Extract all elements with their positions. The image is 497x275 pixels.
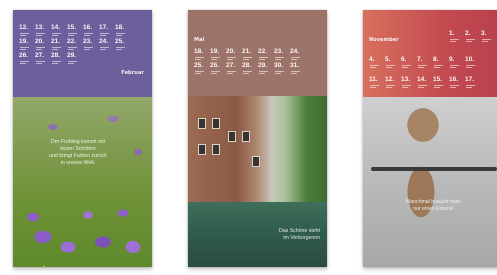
- date-cell: 20.: [35, 38, 51, 52]
- date-cell: 7.: [417, 56, 433, 70]
- date-cell: 11.: [369, 76, 385, 90]
- week-row: 1. 2. 3.: [449, 30, 497, 44]
- date-cell: 29.: [258, 62, 274, 76]
- date-cell: 6.: [401, 56, 417, 70]
- calendar-card-may[interactable]: Mai 18. 19. 20. 21. 22. 23. 24. 25. 26. …: [188, 10, 327, 267]
- date-cell: 29.: [67, 52, 83, 66]
- date-cell: 12.: [19, 24, 35, 38]
- window: [212, 118, 220, 129]
- date-cell: 14.: [417, 76, 433, 90]
- photo-quote: Das Schöne steht im Verborgenen: [279, 228, 320, 241]
- window: [212, 144, 220, 155]
- date-cell: 1.: [449, 30, 465, 44]
- date-cell: 21.: [51, 38, 67, 52]
- date-cell: 14.: [51, 24, 67, 38]
- window: [198, 118, 206, 129]
- date-cell: 18.: [115, 24, 131, 38]
- date-cell: 25.: [115, 38, 131, 52]
- calendar-header: 12. 13. 14. 15. 16. 17. 18. 19. 20. 21. …: [13, 10, 152, 97]
- date-cell: 13.: [401, 76, 417, 90]
- date-cell: 19.: [19, 38, 35, 52]
- month-label: Februar: [121, 70, 144, 76]
- date-cell: 27.: [226, 62, 242, 76]
- date-grid: 18. 19. 20. 21. 22. 23. 24. 25. 26. 27. …: [194, 48, 306, 76]
- date-cell: 26.: [210, 62, 226, 76]
- calendar-card-february[interactable]: 12. 13. 14. 15. 16. 17. 18. 19. 20. 21. …: [13, 10, 152, 267]
- date-cell: 18.: [194, 48, 210, 62]
- date-cell: 19.: [210, 48, 226, 62]
- photo-quote: Manchmal braucht man nur einen Freund: [405, 199, 461, 212]
- date-cell: 23.: [274, 48, 290, 62]
- date-cell: 26.: [19, 52, 35, 66]
- week-row: 4. 5. 6. 7. 8. 9. 10.: [369, 56, 481, 70]
- window: [242, 131, 250, 142]
- date-cell: 30.: [274, 62, 290, 76]
- date-cell: 9.: [449, 56, 465, 70]
- date-cell: 13.: [35, 24, 51, 38]
- month-label: November: [369, 37, 399, 43]
- date-cell: 8.: [433, 56, 449, 70]
- date-cell: 28.: [242, 62, 258, 76]
- date-cell: 27.: [35, 52, 51, 66]
- date-cell: 21.: [242, 48, 258, 62]
- date-cell: 17.: [99, 24, 115, 38]
- date-cell: 5.: [385, 56, 401, 70]
- date-cell: 10.: [465, 56, 481, 70]
- date-cell: 22.: [258, 48, 274, 62]
- date-grid: 12. 13. 14. 15. 16. 17. 18. 19. 20. 21. …: [19, 24, 131, 66]
- date-cell: 22.: [67, 38, 83, 52]
- calendar-card-november[interactable]: November 1. 2. 3. 4. 5. 6. 7. 8. 9. 10. …: [363, 10, 497, 267]
- date-cell: 15.: [67, 24, 83, 38]
- teddy-bear-photo: Manchmal braucht man nur einen Freund: [363, 97, 497, 267]
- date-cell: 2.: [465, 30, 481, 44]
- date-cell: 12.: [385, 76, 401, 90]
- week-row: 11. 12. 13. 14. 15. 16. 17.: [369, 76, 481, 90]
- date-cell: 16.: [83, 24, 99, 38]
- date-cell: 17.: [465, 76, 481, 90]
- railing: [371, 167, 497, 171]
- date-cell: 23.: [83, 38, 99, 52]
- week-row: 18. 19. 20. 21. 22. 23. 24.: [194, 48, 306, 62]
- date-cell: 20.: [226, 48, 242, 62]
- date-cell: 31.: [290, 62, 306, 76]
- date-cell: 28.: [51, 52, 67, 66]
- photo-quote: Der Frühling kommt mit leisen Schritten …: [49, 139, 107, 166]
- calendar-header: Mai 18. 19. 20. 21. 22. 23. 24. 25. 26. …: [188, 10, 327, 96]
- date-cell: 3.: [481, 30, 497, 44]
- date-cell: 4.: [369, 56, 385, 70]
- window: [228, 131, 236, 142]
- yellow-flower-icon: [43, 265, 45, 267]
- date-cell: 25.: [194, 62, 210, 76]
- week-row: 25. 26. 27. 28. 29. 30. 31.: [194, 62, 306, 76]
- week-row: 19. 20. 21. 22. 23. 24. 25.: [19, 38, 131, 52]
- date-cell: 24.: [290, 48, 306, 62]
- date-cell: 15.: [433, 76, 449, 90]
- date-cell: 24.: [99, 38, 115, 52]
- date-cell: 16.: [449, 76, 465, 90]
- calendar-header: November 1. 2. 3. 4. 5. 6. 7. 8. 9. 10. …: [363, 10, 497, 97]
- window: [252, 156, 260, 167]
- crocus-photo: Der Frühling kommt mit leisen Schritten …: [13, 97, 152, 267]
- month-label: Mai: [194, 37, 205, 43]
- week-row: 12. 13. 14. 15. 16. 17. 18.: [19, 24, 131, 38]
- week-row: 26. 27. 28. 29.: [19, 52, 131, 66]
- window: [198, 144, 206, 155]
- canal-houses-photo: Das Schöne steht im Verborgenen: [188, 96, 327, 267]
